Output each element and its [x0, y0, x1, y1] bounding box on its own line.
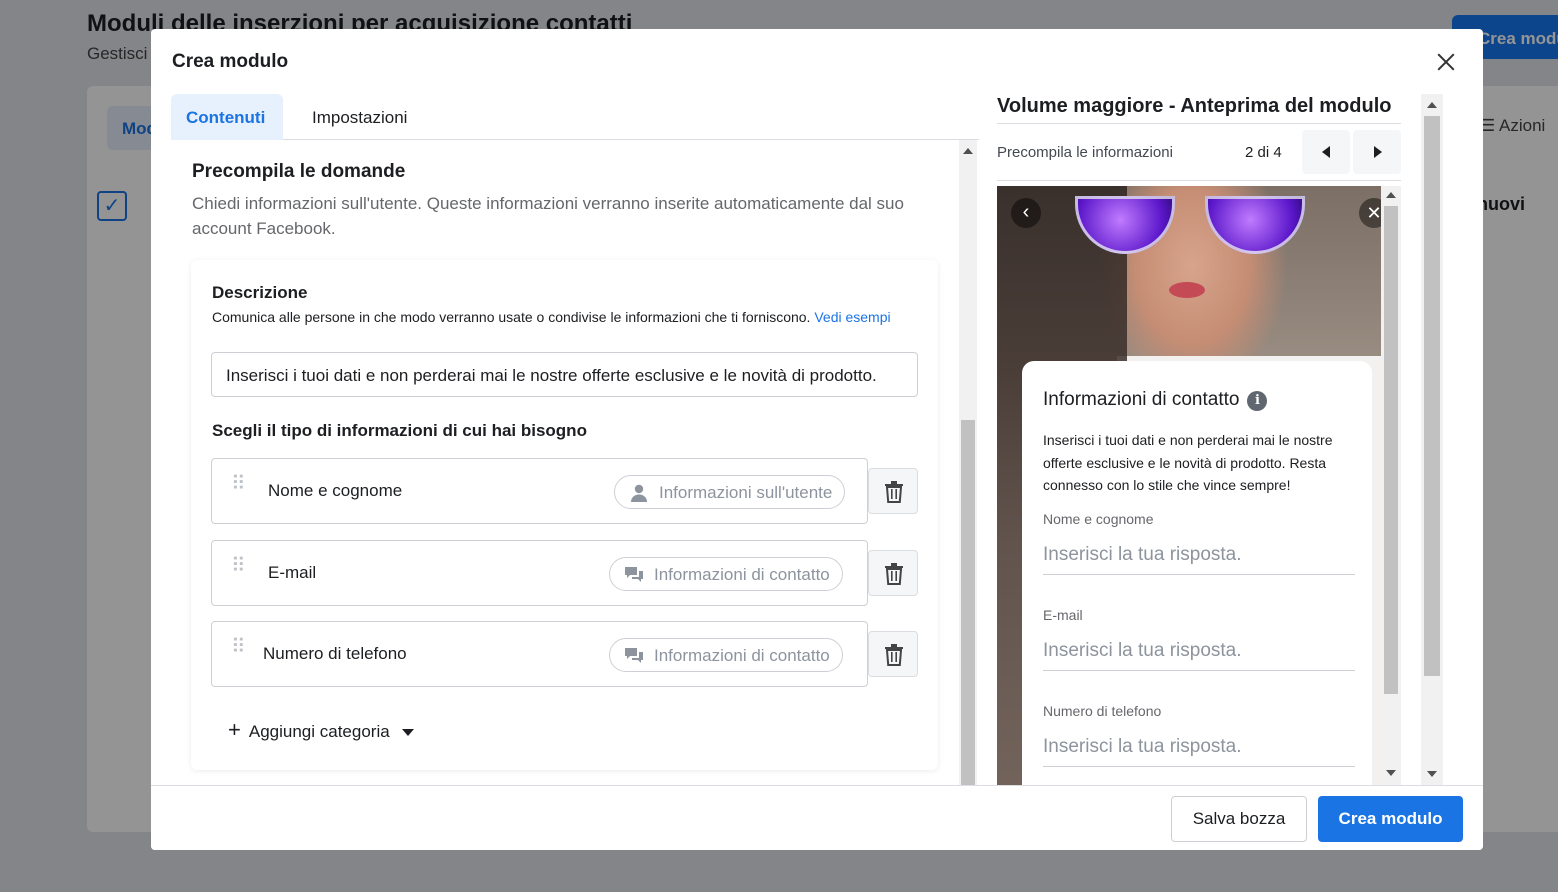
- plus-icon: +: [228, 717, 241, 742]
- question-label: E-mail: [268, 563, 317, 582]
- field-label: E-mail: [1043, 607, 1083, 623]
- create-form-modal: Crea modulo Contenuti Impostazioni Preco…: [151, 29, 1483, 850]
- scrollbar-thumb[interactable]: [961, 420, 975, 785]
- info-type-label: Scegli il tipo di informazioni di cui ha…: [212, 421, 587, 440]
- question-label: Nome e cognome: [268, 481, 403, 500]
- caret-left-icon: [1322, 146, 1330, 158]
- question-row-phone: ⠿ Numero di telefono Informazioni di con…: [211, 621, 868, 687]
- contact-info-title: Informazioni di contatto i: [1043, 389, 1268, 411]
- content-scroll-area: Precompila le domande Chiedi informazion…: [171, 140, 979, 785]
- prefill-card: Descrizione Comunica alle persone in che…: [191, 260, 938, 770]
- preview-page-indicator: 2 di 4: [1245, 144, 1282, 161]
- scroll-up-arrow-icon[interactable]: [963, 148, 973, 154]
- ad-photo-detail: [1169, 282, 1205, 298]
- info-icon[interactable]: i: [1247, 391, 1268, 411]
- preview-prev-button[interactable]: [1302, 130, 1350, 174]
- drag-handle-icon[interactable]: ⠿: [231, 556, 246, 583]
- save-draft-button[interactable]: Salva bozza: [1171, 796, 1307, 842]
- field-label: Nome e cognome: [1043, 511, 1154, 527]
- tab-impostazioni[interactable]: Impostazioni: [297, 94, 422, 140]
- see-examples-link[interactable]: Vedi esempi: [814, 309, 890, 325]
- category-pill-label: Informazioni sull'utente: [659, 483, 833, 502]
- category-pill-label: Informazioni di contatto: [654, 565, 830, 584]
- question-row-name: ⠿ Nome e cognome Informazioni sull'utent…: [211, 458, 868, 524]
- scroll-up-arrow-icon[interactable]: [1386, 192, 1396, 198]
- delete-question-button[interactable]: [868, 550, 918, 596]
- modal-title: Crea modulo: [172, 51, 289, 72]
- scroll-up-arrow-icon[interactable]: [1427, 102, 1437, 108]
- contact-info-title-text: Informazioni di contatto: [1043, 389, 1240, 410]
- field-input[interactable]: Inserisci la tua risposta.: [1043, 640, 1355, 671]
- phone-preview: ‹ ✕ Informazioni di contatto i Inserisci …: [997, 186, 1381, 785]
- trash-icon: [885, 563, 903, 585]
- scroll-down-arrow-icon[interactable]: [1386, 770, 1396, 776]
- prefill-title: Precompila le domande: [192, 161, 406, 182]
- sunglasses-image: [1075, 196, 1307, 256]
- modal-tabs: Contenuti Impostazioni: [171, 94, 979, 140]
- caret-right-icon: [1374, 146, 1382, 158]
- drag-handle-icon[interactable]: ⠿: [231, 474, 246, 501]
- category-pill: Informazioni sull'utente: [614, 475, 846, 509]
- delete-question-button[interactable]: [868, 631, 918, 677]
- add-category-label: Aggiungi categoria: [248, 722, 390, 741]
- close-icon[interactable]: [1433, 49, 1459, 75]
- question-row-email: ⠿ E-mail Informazioni di contatto: [211, 540, 868, 606]
- scrollbar-thumb[interactable]: [1384, 206, 1398, 694]
- preview-section-label: Precompila le informazioni: [997, 144, 1173, 161]
- tab-contenuti[interactable]: Contenuti: [171, 94, 283, 140]
- preview-divider: [997, 123, 1401, 124]
- modal-footer: Salva bozza Crea modulo: [151, 785, 1483, 850]
- field-input[interactable]: Inserisci la tua risposta.: [1043, 544, 1355, 575]
- create-form-button[interactable]: Crea modulo: [1318, 796, 1463, 842]
- prefill-description: Chiedi informazioni sull'utente. Queste …: [192, 194, 904, 238]
- preview-scrollbar[interactable]: [1421, 94, 1443, 785]
- sunglasses-lens: [1205, 196, 1305, 254]
- category-pill: Informazioni di contatto: [609, 557, 843, 591]
- scroll-down-arrow-icon[interactable]: [1427, 771, 1437, 777]
- description-input[interactable]: Inserisci i tuoi dati e non perderai mai…: [211, 352, 918, 397]
- delete-question-button[interactable]: [868, 468, 918, 514]
- trash-icon: [885, 481, 903, 503]
- phone-preview-scrollbar[interactable]: [1381, 186, 1401, 785]
- chevron-left-icon[interactable]: ‹: [1011, 198, 1041, 228]
- preview-divider: [997, 180, 1401, 181]
- chat-bubbles-icon: [625, 567, 643, 582]
- field-input[interactable]: Inserisci la tua risposta.: [1043, 736, 1355, 767]
- contact-info-card: Informazioni di contatto i Inserisci i tu…: [1022, 361, 1372, 785]
- preview-next-button[interactable]: [1353, 130, 1401, 174]
- category-pill: Informazioni di contatto: [609, 638, 843, 672]
- drag-handle-icon[interactable]: ⠿: [231, 637, 246, 664]
- sunglasses-lens: [1075, 196, 1175, 254]
- description-help-text: Comunica alle persone in che modo verran…: [212, 309, 811, 325]
- content-scrollbar[interactable]: [959, 140, 977, 785]
- chat-bubbles-icon: [625, 648, 643, 663]
- category-pill-label: Informazioni di contatto: [654, 646, 830, 665]
- contact-info-text: Inserisci i tuoi dati e non perderai mai…: [1043, 432, 1333, 493]
- caret-down-icon: [401, 729, 414, 737]
- close-icon[interactable]: ✕: [1359, 198, 1381, 228]
- description-label: Descrizione: [212, 283, 308, 302]
- field-label: Numero di telefono: [1043, 703, 1162, 719]
- user-icon: [631, 484, 647, 502]
- question-label: Numero di telefono: [263, 644, 407, 663]
- scrollbar-thumb[interactable]: [1424, 116, 1440, 676]
- description-help: Comunica alle persone in che modo verran…: [212, 306, 902, 328]
- preview-title: Volume maggiore - Anteprima del modulo: [997, 95, 1392, 117]
- add-category-button[interactable]: + Aggiungi categoria: [228, 717, 414, 743]
- trash-icon: [885, 644, 903, 666]
